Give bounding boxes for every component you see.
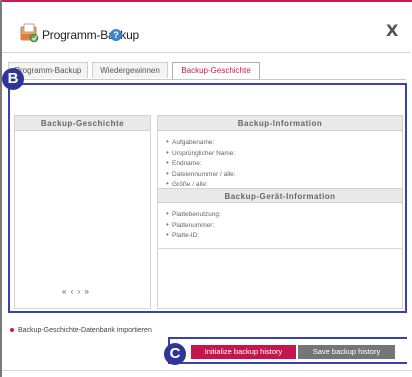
footer-separator <box>2 370 412 371</box>
backup-app-icon <box>20 23 39 43</box>
window-title: Programm-Backup <box>42 28 140 42</box>
backup-info-heading: Backup-Information <box>158 116 402 131</box>
backup-info-list: Aufgabename: Ursprünglicher Name: Endnam… <box>158 131 402 191</box>
device-item-platte-id: Platte-ID: <box>166 230 402 242</box>
info-item-urspruenglicher-name: Ursprünglicher Name: <box>166 148 402 160</box>
tab-underline <box>8 79 406 80</box>
import-history-label: Backup-Geschichte-Datenbank importieren <box>18 327 152 334</box>
info-item-dateiennummer: Dateiennummer / alle: <box>166 169 402 181</box>
save-history-button[interactable]: Save backup history <box>298 345 395 359</box>
device-info-list: Plattebenutzung: Plattenummer: Platte-ID… <box>158 203 402 249</box>
history-list[interactable] <box>15 131 150 309</box>
device-item-plattebenutzung: Plattebenutzung: <box>166 209 402 221</box>
window-border-left <box>0 0 2 377</box>
annotation-badge-c: C <box>164 343 186 365</box>
backup-window: Programm-Backup ? X Programm-Backup Wied… <box>0 0 412 377</box>
tab-wiedergewinnen[interactable]: Wiedergewinnen <box>92 62 168 78</box>
initialize-history-button[interactable]: Initialize backup history <box>191 345 296 359</box>
history-pager[interactable]: « ‹ › » <box>62 287 90 296</box>
help-icon[interactable]: ? <box>110 29 122 41</box>
info-item-aufgabename: Aufgabename: <box>166 137 402 149</box>
tab-backup-geschichte[interactable]: Backup-Geschichte <box>172 62 260 80</box>
info-item-endname: Endname: <box>166 158 402 170</box>
info-item-groesse: Größe / alle: <box>166 179 402 191</box>
import-history-link[interactable]: Backup-Geschichte-Datenbank importieren <box>10 327 152 334</box>
title-separator <box>2 52 410 53</box>
history-list-panel: Backup-Geschichte <box>14 115 151 309</box>
device-item-plattenummer: Plattenummer: <box>166 220 402 232</box>
annotation-badge-b: B <box>2 68 24 90</box>
bullet-icon <box>10 328 14 333</box>
history-list-heading: Backup-Geschichte <box>15 116 150 131</box>
backup-info-panel: Backup-Information Aufgabename: Ursprüng… <box>157 115 403 309</box>
window-accent-bar <box>2 0 412 2</box>
close-icon[interactable]: X <box>386 21 398 40</box>
